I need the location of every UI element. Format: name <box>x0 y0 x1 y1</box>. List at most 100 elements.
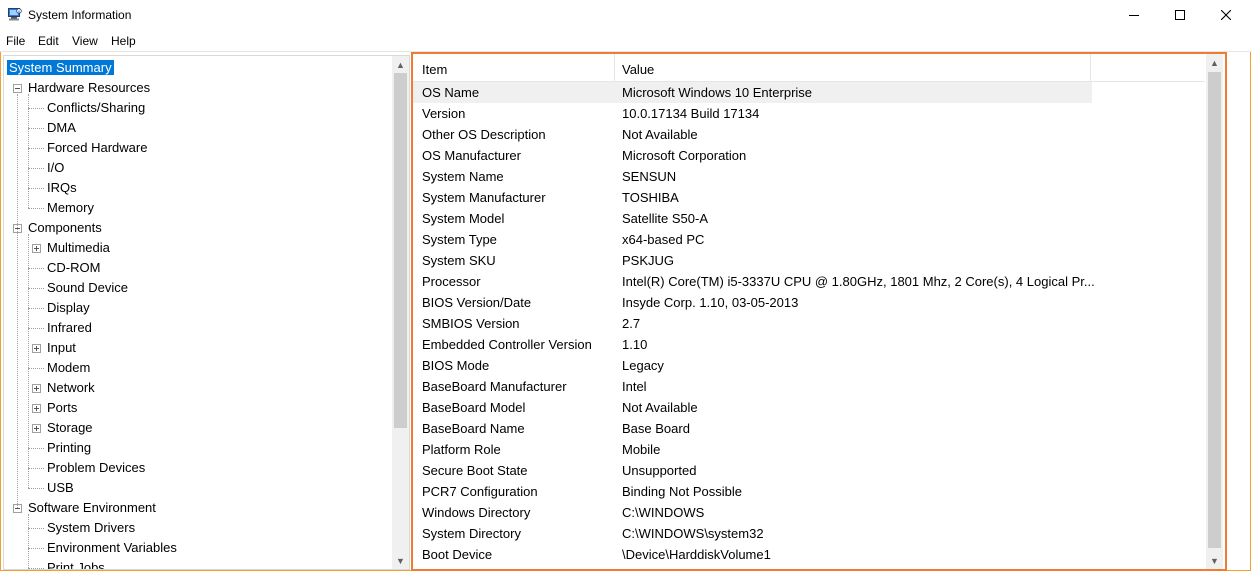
tree-item[interactable]: Ports <box>47 398 77 418</box>
scroll-down-arrow-icon[interactable]: ▼ <box>392 552 409 569</box>
maximize-button[interactable] <box>1157 0 1203 31</box>
menu-view[interactable]: View <box>72 34 98 48</box>
table-row[interactable]: PCR7 Configuration Binding Not Possible <box>413 481 1092 502</box>
tree-item[interactable]: USB <box>47 478 74 498</box>
tree-item[interactable]: Storage <box>47 418 93 438</box>
table-row[interactable]: Other OS Description Not Available <box>413 124 1092 145</box>
table-row[interactable]: OS Name Microsoft Windows 10 Enterprise <box>413 82 1092 103</box>
table-row[interactable]: System Manufacturer TOSHIBA <box>413 187 1092 208</box>
tree-item[interactable]: Environment Variables <box>47 538 177 558</box>
table-row[interactable]: BaseBoard Name Base Board <box>413 418 1092 439</box>
expand-plus-icon[interactable] <box>32 404 41 413</box>
close-button[interactable] <box>1203 0 1249 31</box>
tree-item-label: Multimedia <box>47 240 110 255</box>
cell-item: BIOS Version/Date <box>422 295 532 310</box>
table-row[interactable]: OS Manufacturer Microsoft Corporation <box>413 145 1092 166</box>
table-row[interactable]: System Model Satellite S50-A <box>413 208 1092 229</box>
category-tree[interactable]: System Summary Hardware Resources Conflict… <box>3 55 410 570</box>
cell-item: System SKU <box>422 253 496 268</box>
tree-item[interactable]: Components <box>28 218 102 238</box>
table-row[interactable]: BIOS Version/Date Insyde Corp. 1.10, 03-0… <box>413 292 1092 313</box>
table-row[interactable]: System SKU PSKJUG <box>413 250 1092 271</box>
scroll-down-arrow-icon[interactable]: ▼ <box>1206 552 1223 569</box>
tree-item[interactable]: Hardware Resources <box>28 78 150 98</box>
tree-vertical-scrollbar[interactable]: ▲ ▼ <box>392 56 409 569</box>
tree-item[interactable]: Infrared <box>47 318 92 338</box>
cell-item: Platform Role <box>422 442 501 457</box>
details-vertical-scrollbar[interactable]: ▲ ▼ <box>1206 54 1223 569</box>
tree-item[interactable]: Software Environment <box>28 498 156 518</box>
cell-value: Microsoft Corporation <box>622 148 747 163</box>
expand-plus-icon[interactable] <box>32 384 41 393</box>
cell-item: Processor <box>422 274 481 289</box>
cell-value: Insyde Corp. 1.10, 03-05-2013 <box>622 295 799 310</box>
tree-item[interactable]: Display <box>47 298 90 318</box>
title-bar[interactable]: System Information <box>0 0 1251 31</box>
tree-item[interactable]: System Summary <box>7 58 114 78</box>
tree-connector <box>28 234 30 488</box>
collapse-minus-icon[interactable] <box>13 84 22 93</box>
column-divider[interactable] <box>1090 54 1091 81</box>
tree-item[interactable]: Forced Hardware <box>47 138 147 158</box>
cell-item: Boot Device <box>422 547 493 562</box>
tree-connector <box>28 128 44 130</box>
tree-connector <box>28 488 44 490</box>
tree-item-label: Print Jobs <box>47 560 105 570</box>
column-divider[interactable] <box>614 54 615 81</box>
tree-connector <box>28 288 44 290</box>
tree-item-label: Problem Devices <box>47 460 146 475</box>
table-row[interactable]: Processor Intel(R) Core(TM) i5-3337U CPU … <box>413 271 1095 292</box>
table-row[interactable]: Platform Role Mobile <box>413 439 1092 460</box>
table-row[interactable]: BaseBoard Model Not Available <box>413 397 1092 418</box>
details-pane[interactable]: Item Value OS Name Microsoft Windows 10 E… <box>411 52 1227 571</box>
expand-plus-icon[interactable] <box>32 424 41 433</box>
tree-item[interactable]: Memory <box>47 198 94 218</box>
scroll-up-arrow-icon[interactable]: ▲ <box>1206 54 1223 71</box>
tree-item[interactable]: Sound Device <box>47 278 128 298</box>
minimize-icon <box>1129 8 1139 23</box>
tree-item[interactable]: Printing <box>47 438 91 458</box>
table-row[interactable]: Version 10.0.17134 Build 17134 <box>413 103 1092 124</box>
expand-plus-icon[interactable] <box>32 344 41 353</box>
tree-item[interactable]: Problem Devices <box>47 458 145 478</box>
tree-item[interactable]: IRQs <box>47 178 77 198</box>
table-row[interactable]: Boot Device \Device\HarddiskVolume1 <box>413 544 1092 565</box>
scroll-up-arrow-icon[interactable]: ▲ <box>392 56 409 73</box>
tree-item[interactable]: Conflicts/Sharing <box>47 98 145 118</box>
table-row[interactable]: Embedded Controller Version 1.10 <box>413 334 1092 355</box>
cell-item: System Name <box>422 169 504 184</box>
menu-help[interactable]: Help <box>111 34 136 48</box>
tree-item[interactable]: CD-ROM <box>47 258 100 278</box>
menu-edit[interactable]: Edit <box>38 34 59 48</box>
tree-item[interactable]: Print Jobs <box>47 558 105 570</box>
tree-connector <box>28 568 44 569</box>
menu-file[interactable]: File <box>6 34 25 48</box>
table-row[interactable]: BIOS Mode Legacy <box>413 355 1092 376</box>
cell-item: SMBIOS Version <box>422 316 520 331</box>
minimize-button[interactable] <box>1111 0 1157 31</box>
cell-value: 2.7 <box>622 316 641 331</box>
scroll-thumb[interactable] <box>1208 72 1221 548</box>
cell-value: Base Board <box>622 421 690 436</box>
tree-item[interactable]: System Drivers <box>47 518 135 538</box>
tree-item[interactable]: Network <box>47 378 95 398</box>
table-row[interactable]: BaseBoard Manufacturer Intel <box>413 376 1092 397</box>
tree-item[interactable]: Input <box>47 338 76 358</box>
tree-item[interactable]: I/O <box>47 158 64 178</box>
table-row[interactable]: Windows Directory C:\WINDOWS <box>413 502 1092 523</box>
table-row[interactable]: Secure Boot State Unsupported <box>413 460 1092 481</box>
table-row[interactable]: SMBIOS Version 2.7 <box>413 313 1092 334</box>
table-row[interactable]: System Name SENSUN <box>413 166 1092 187</box>
tree-item[interactable]: Multimedia <box>47 238 110 258</box>
tree-item[interactable]: Modem <box>47 358 90 378</box>
table-row[interactable]: System Type x64-based PC <box>413 229 1092 250</box>
tree-connector <box>28 328 44 330</box>
column-header-item[interactable]: Item <box>422 54 447 81</box>
scroll-thumb[interactable] <box>394 73 407 428</box>
tree-connector <box>28 168 44 170</box>
cell-value: x64-based PC <box>622 232 705 247</box>
table-row[interactable]: System Directory C:\WINDOWS\system32 <box>413 523 1092 544</box>
column-header-value[interactable]: Value <box>622 54 654 81</box>
tree-item[interactable]: DMA <box>47 118 76 138</box>
expand-plus-icon[interactable] <box>32 244 41 253</box>
